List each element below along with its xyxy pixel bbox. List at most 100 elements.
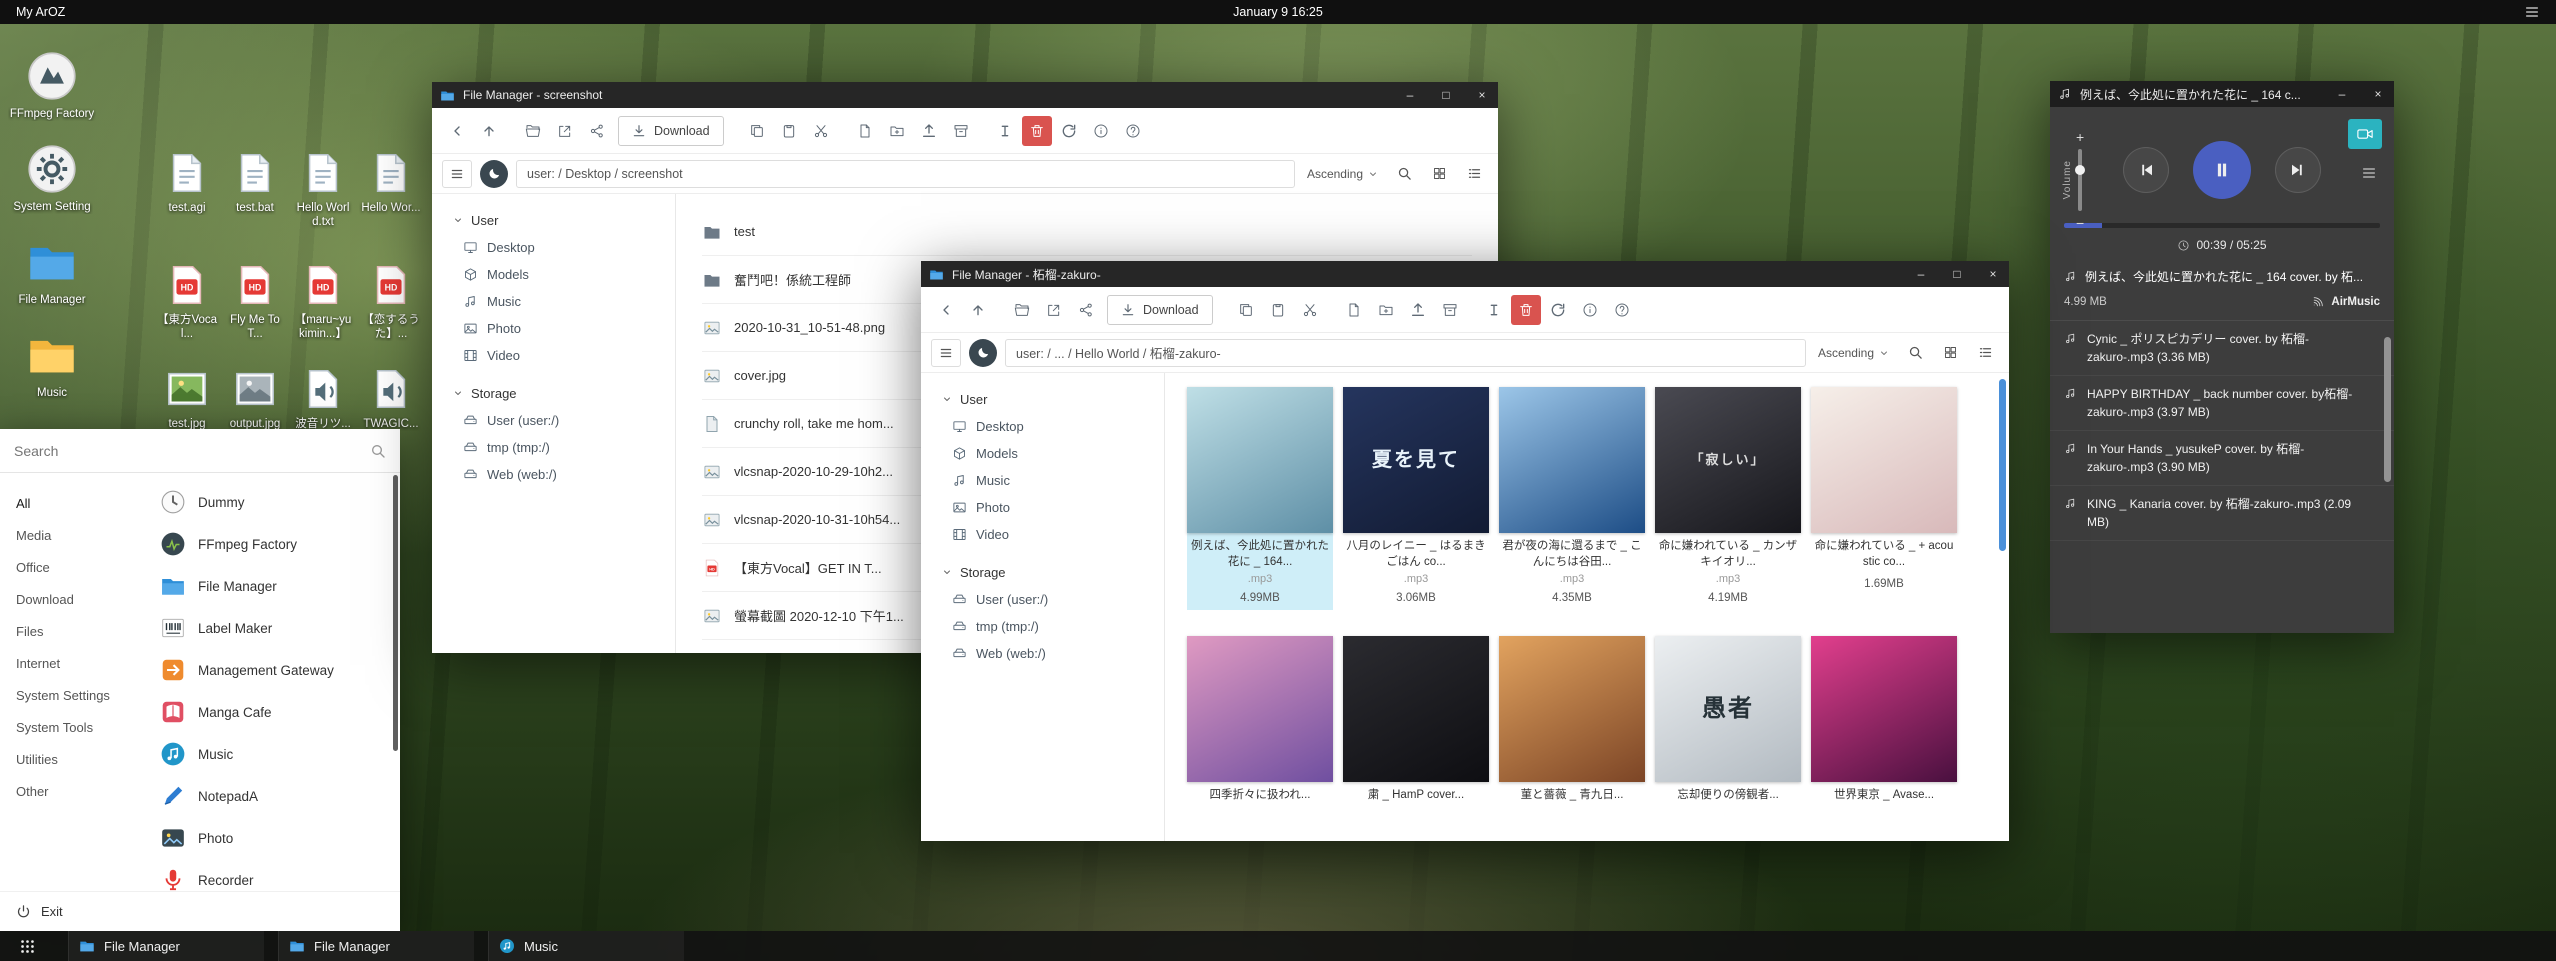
sidebar-item[interactable]: Video	[941, 521, 1164, 548]
share-button[interactable]	[1071, 295, 1101, 325]
info-button[interactable]	[1086, 116, 1116, 146]
back-button[interactable]	[442, 116, 472, 146]
music-file-card[interactable]: 夏を見て 八月のレイニー _ はるまきごはん co... .mp3 3.06MB	[1343, 387, 1489, 610]
desktop-file[interactable]: HD 【東方Vocal...	[153, 262, 221, 341]
upload-button[interactable]	[1403, 295, 1433, 325]
new-folder-button[interactable]	[882, 116, 912, 146]
sidebar-item[interactable]: Models	[452, 261, 675, 288]
desktop-file[interactable]: HD 【恋するうた】...	[357, 262, 425, 341]
dark-mode-toggle[interactable]	[480, 160, 508, 188]
taskbar-item[interactable]: File Manager	[278, 931, 474, 961]
upload-button[interactable]	[914, 116, 944, 146]
launcher-category[interactable]: System Settings	[16, 679, 150, 711]
rename-button[interactable]	[1479, 295, 1509, 325]
desktop-shortcut[interactable]: System Setting	[4, 143, 100, 214]
cast-button[interactable]	[2348, 119, 2382, 149]
desktop-shortcut[interactable]: File Manager	[4, 236, 100, 307]
desktop-file[interactable]: test.jpg	[153, 366, 221, 431]
desktop-shortcut[interactable]: Music	[4, 329, 100, 400]
volume-up-button[interactable]: +	[2076, 129, 2084, 145]
volume-slider[interactable]	[2078, 149, 2082, 211]
taskbar-item[interactable]: Music	[488, 931, 684, 961]
maximize-button[interactable]: □	[1432, 82, 1460, 108]
music-file-card[interactable]: 愚者 忘却便りの傍観者...	[1655, 636, 1801, 810]
launcher-category[interactable]: All	[16, 487, 150, 519]
close-button[interactable]: ×	[1979, 261, 2007, 287]
scrollbar[interactable]	[1999, 379, 2006, 551]
dark-mode-toggle[interactable]	[969, 339, 997, 367]
sidebar-item[interactable]: Web (web:/)	[452, 461, 675, 488]
trash-button[interactable]	[1022, 116, 1052, 146]
launcher-category[interactable]: Files	[16, 615, 150, 647]
desktop-file[interactable]: test.bat	[221, 150, 289, 229]
minimize-button[interactable]: –	[2328, 81, 2356, 107]
airmusic-badge[interactable]: AirMusic	[2312, 295, 2380, 308]
launcher-category[interactable]: Office	[16, 551, 150, 583]
search-icon[interactable]	[370, 443, 386, 459]
grid-view-button[interactable]	[1426, 160, 1453, 187]
launcher-app-item[interactable]: FFmpeg Factory	[160, 523, 388, 565]
sidebar-item[interactable]: Web (web:/)	[941, 640, 1164, 667]
playlist-item[interactable]: Cynic _ ポリスピカデリー cover. by 柘榴-zakuro-.mp…	[2050, 321, 2394, 376]
close-button[interactable]: ×	[1468, 82, 1496, 108]
open-button[interactable]	[1007, 295, 1037, 325]
desktop-file[interactable]: Hello Wor...	[357, 150, 425, 229]
new-file-button[interactable]	[850, 116, 880, 146]
download-button[interactable]: Download	[618, 116, 724, 146]
music-file-card[interactable]: 命に嫌われている _ + acoustic co... 1.69MB	[1811, 387, 1957, 610]
music-file-card[interactable]: 例えば、今此処に置かれた花に _ 164... .mp3 4.99MB	[1187, 387, 1333, 610]
playlist-scrollbar[interactable]	[2384, 337, 2391, 482]
music-file-card[interactable]: 「寂しい」 命に嫌われている _ カンザキイオリ... .mp3 4.19MB	[1655, 387, 1801, 610]
desktop-file[interactable]: 波音リツ...	[289, 366, 357, 431]
sidebar-item[interactable]: Photo	[941, 494, 1164, 521]
sort-select[interactable]: Ascending	[1303, 167, 1383, 181]
paste-button[interactable]	[1263, 295, 1293, 325]
copy-button[interactable]	[742, 116, 772, 146]
paste-button[interactable]	[774, 116, 804, 146]
launcher-app-item[interactable]: File Manager	[160, 565, 388, 607]
menu-button[interactable]	[442, 160, 472, 188]
sidebar-section-user[interactable]: User	[941, 385, 1164, 413]
rename-button[interactable]	[990, 116, 1020, 146]
open-external-button[interactable]	[550, 116, 580, 146]
taskbar-item[interactable]: File Manager	[68, 931, 264, 961]
music-file-card[interactable]: 君が夜の海に還るまで _ こんにちは谷田... .mp3 4.35MB	[1499, 387, 1645, 610]
sidebar-item[interactable]: User (user:/)	[941, 586, 1164, 613]
launcher-category[interactable]: Utilities	[16, 743, 150, 775]
desktop-shortcut[interactable]: FFmpeg Factory	[4, 50, 100, 121]
trash-button[interactable]	[1511, 295, 1541, 325]
back-button[interactable]	[931, 295, 961, 325]
file-row[interactable]: test	[702, 208, 1472, 256]
launcher-category[interactable]: System Tools	[16, 711, 150, 743]
launcher-app-item[interactable]: Manga Cafe	[160, 691, 388, 733]
archive-button[interactable]	[1435, 295, 1465, 325]
sidebar-section-storage[interactable]: Storage	[452, 379, 675, 407]
volume-down-button[interactable]: −	[2076, 215, 2084, 231]
refresh-button[interactable]	[1054, 116, 1084, 146]
new-folder-button[interactable]	[1371, 295, 1401, 325]
menu-button[interactable]	[931, 339, 961, 367]
music-file-card[interactable]: 四季折々に扱われ...	[1187, 636, 1333, 810]
address-bar[interactable]: user: / ... / Hello World / 柘榴-zakuro-	[1005, 339, 1806, 367]
sidebar-item[interactable]: Music	[941, 467, 1164, 494]
sidebar-item[interactable]: Video	[452, 342, 675, 369]
launcher-app-item[interactable]: Music	[160, 733, 388, 775]
list-view-button[interactable]	[1972, 339, 1999, 366]
up-button[interactable]	[474, 116, 504, 146]
volume-slider-thumb[interactable]	[2075, 165, 2085, 175]
music-file-card[interactable]: 世界東京 _ Avase...	[1811, 636, 1957, 810]
launcher-app-item[interactable]: Dummy	[160, 481, 388, 523]
window-titlebar[interactable]: 例えば、今此処に置かれた花に _ 164 c... – ×	[2050, 81, 2394, 107]
sidebar-item[interactable]: Desktop	[452, 234, 675, 261]
maximize-button[interactable]: □	[1943, 261, 1971, 287]
exit-button[interactable]: Exit	[0, 891, 400, 931]
next-track-button[interactable]	[2275, 147, 2321, 193]
seek-bar[interactable]	[2064, 223, 2380, 228]
pause-button[interactable]	[2193, 141, 2251, 199]
launcher-app-item[interactable]: Label Maker	[160, 607, 388, 649]
sort-select[interactable]: Ascending	[1814, 346, 1894, 360]
window-titlebar[interactable]: File Manager - screenshot – □ ×	[432, 82, 1498, 108]
help-button[interactable]	[1607, 295, 1637, 325]
desktop-file[interactable]: test.agi	[153, 150, 221, 229]
minimize-button[interactable]: –	[1907, 261, 1935, 287]
